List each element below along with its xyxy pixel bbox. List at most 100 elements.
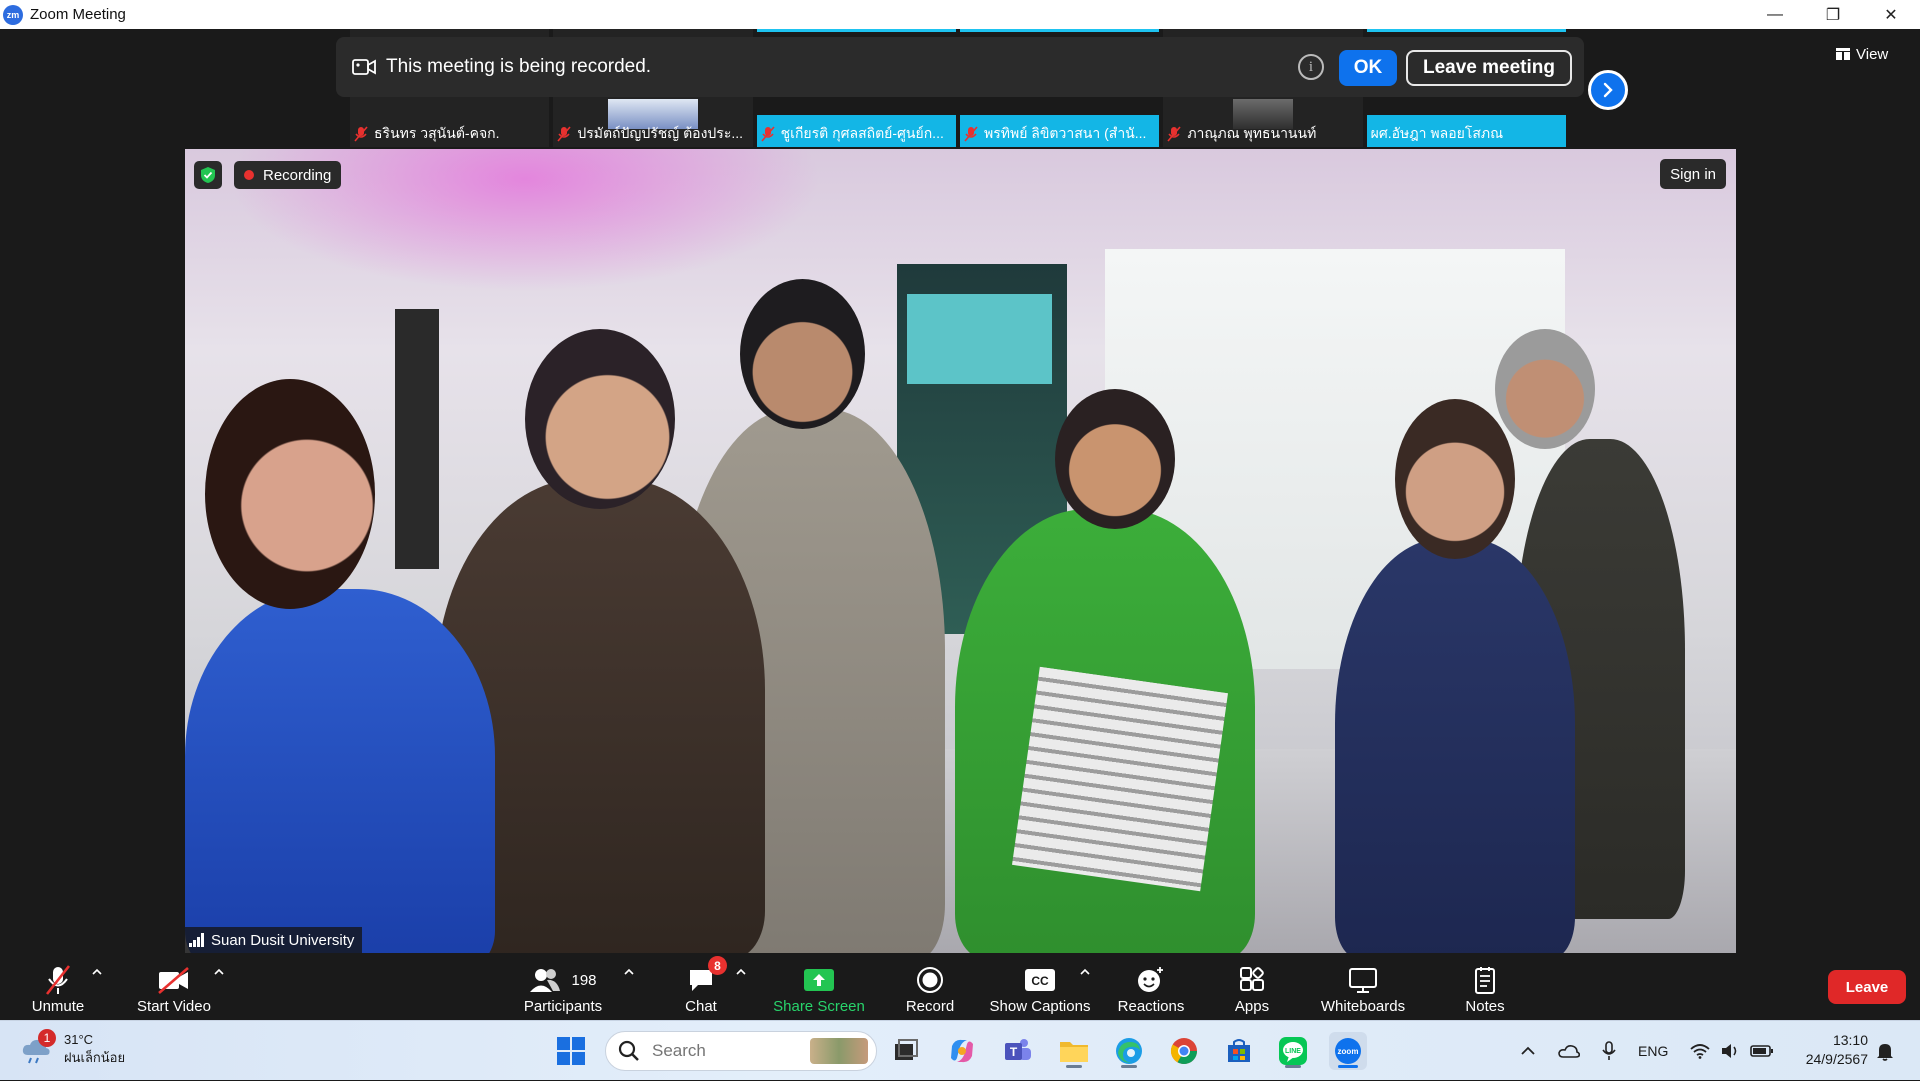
- search-icon: [618, 1040, 639, 1061]
- view-label: View: [1856, 45, 1889, 63]
- active-speaker-label: Suan Dusit University: [185, 927, 363, 953]
- microsoft-store-icon[interactable]: [1220, 1032, 1258, 1070]
- wifi-icon[interactable]: [1690, 1043, 1710, 1059]
- taskbar-search[interactable]: [605, 1031, 877, 1071]
- captions-icon: CC: [1025, 969, 1055, 991]
- teams-icon[interactable]: T: [999, 1032, 1037, 1070]
- chrome-browser-icon[interactable]: [1165, 1032, 1203, 1070]
- person-figure: [185, 589, 495, 953]
- svg-text:LINE: LINE: [1285, 1048, 1301, 1055]
- participant-name-text: ธรินทร วสุนันต์-คจก.: [374, 125, 500, 141]
- mic-off-icon: [964, 126, 978, 142]
- language-indicator[interactable]: ENG: [1638, 1043, 1668, 1059]
- clock-date: 24/9/2567: [1805, 1051, 1868, 1067]
- grid-view-icon: [1836, 48, 1850, 60]
- start-video-button[interactable]: Start Video: [132, 953, 216, 1020]
- copilot-icon[interactable]: [943, 1032, 981, 1070]
- sign-in-button[interactable]: Sign in: [1660, 159, 1726, 189]
- chat-label: Chat: [685, 998, 717, 1015]
- recording-notice-banner: This meeting is being recorded. i OK Lea…: [336, 37, 1584, 97]
- window-title: Zoom Meeting: [30, 6, 126, 23]
- windows-taskbar: 1 31°C ฝนเล็กน้อย T LINE zo: [0, 1020, 1920, 1080]
- app-active-indicator: [1066, 1065, 1082, 1068]
- zoom-app-icon[interactable]: zoom: [1329, 1032, 1367, 1070]
- microphone-icon[interactable]: [1602, 1041, 1616, 1061]
- app-active-indicator: [1121, 1065, 1137, 1068]
- info-icon[interactable]: i: [1298, 54, 1324, 80]
- whiteboards-label: Whiteboards: [1320, 998, 1406, 1015]
- participant-name-text: ผศ.อัษฎา พลอยโสภณ: [1370, 125, 1504, 141]
- next-page-button[interactable]: [1588, 70, 1628, 110]
- rain-cloud-icon: 1: [20, 1029, 56, 1065]
- app-active-indicator: [1338, 1065, 1358, 1068]
- system-clock[interactable]: 13:10 24/9/2567: [1796, 1031, 1868, 1069]
- chat-button[interactable]: 8 Chat: [680, 953, 727, 1020]
- chevron-right-icon: [1603, 82, 1613, 98]
- chevron-up-icon[interactable]: [622, 965, 636, 979]
- person-figure: [1335, 539, 1575, 953]
- svg-text:T: T: [1010, 1045, 1018, 1059]
- apps-button[interactable]: Apps: [1232, 953, 1272, 1020]
- unmute-button[interactable]: Unmute: [22, 953, 94, 1020]
- leave-button[interactable]: Leave: [1828, 970, 1906, 1004]
- search-highlight-image: [810, 1038, 868, 1064]
- show-captions-button[interactable]: CC Show Captions: [988, 953, 1092, 1020]
- ok-button[interactable]: OK: [1339, 50, 1397, 86]
- line-app-icon[interactable]: LINE: [1274, 1032, 1312, 1070]
- camera-record-icon: [352, 59, 376, 75]
- recording-notice-text: This meeting is being recorded.: [386, 56, 652, 77]
- apps-icon: [1240, 967, 1264, 991]
- volume-icon[interactable]: [1720, 1043, 1740, 1059]
- clock-time: 13:10: [1832, 1032, 1868, 1048]
- svg-text:zoom: zoom: [1338, 1047, 1359, 1056]
- participants-button[interactable]: 198 Participants: [520, 953, 606, 1020]
- show-captions-label: Show Captions: [989, 998, 1091, 1015]
- unmute-label: Unmute: [31, 998, 85, 1015]
- person-head: [205, 379, 375, 609]
- reactions-button[interactable]: Reactions: [1116, 953, 1186, 1020]
- participants-icon: [530, 969, 561, 992]
- chevron-up-icon[interactable]: [1078, 965, 1092, 979]
- chevron-up-icon[interactable]: [90, 965, 104, 979]
- notes-label: Notes: [1465, 998, 1505, 1015]
- task-view-icon[interactable]: [887, 1032, 925, 1070]
- share-screen-button[interactable]: Share Screen: [772, 953, 866, 1020]
- restore-button[interactable]: ❐: [1804, 0, 1862, 29]
- person-head: [1055, 389, 1175, 529]
- chevron-up-icon[interactable]: [734, 965, 748, 979]
- weather-badge: 1: [38, 1029, 56, 1047]
- minimize-button[interactable]: —: [1746, 0, 1804, 29]
- newspaper-image: [1012, 666, 1228, 892]
- person-head: [1395, 399, 1515, 559]
- chevron-up-icon[interactable]: [212, 965, 226, 979]
- person-head: [525, 329, 675, 509]
- participant-name: ผศ.อัษฎา พลอยโสภณ: [1371, 123, 1562, 145]
- mic-muted-icon: [45, 965, 71, 995]
- meeting-toolbar: Unmute Start Video 198 Participants 8 Ch…: [0, 953, 1920, 1020]
- security-shield-icon[interactable]: [194, 161, 222, 189]
- participant-name: พรทิพย์ ลิขิตวาสนา (สำนั...: [964, 123, 1155, 145]
- notes-button[interactable]: Notes: [1462, 953, 1508, 1020]
- file-explorer-icon[interactable]: [1055, 1032, 1093, 1070]
- view-button[interactable]: View: [1836, 40, 1908, 68]
- close-button[interactable]: ✕: [1862, 0, 1920, 29]
- windows-start-icon[interactable]: [552, 1032, 590, 1070]
- main-video[interactable]: Recording Sign in Suan Dusit University: [185, 149, 1736, 953]
- background-stand: [395, 309, 439, 569]
- record-button[interactable]: Record: [904, 953, 956, 1020]
- chevron-up-icon[interactable]: [1520, 1045, 1536, 1057]
- weather-widget[interactable]: 1 31°C ฝนเล็กน้อย: [20, 1029, 125, 1067]
- battery-icon[interactable]: [1750, 1044, 1774, 1058]
- record-label: Record: [905, 998, 955, 1015]
- notification-bell-icon[interactable]: [1876, 1041, 1894, 1061]
- background-screen: [907, 294, 1052, 384]
- signal-strength-icon: [189, 933, 204, 947]
- whiteboards-button[interactable]: Whiteboards: [1316, 953, 1410, 1020]
- onedrive-cloud-icon[interactable]: [1558, 1044, 1580, 1058]
- person-head: [1495, 329, 1595, 449]
- search-input[interactable]: [652, 1041, 802, 1061]
- mic-off-icon: [557, 126, 571, 142]
- recording-indicator[interactable]: Recording: [234, 161, 342, 189]
- edge-browser-icon[interactable]: [1110, 1032, 1148, 1070]
- leave-meeting-button[interactable]: Leave meeting: [1406, 50, 1572, 86]
